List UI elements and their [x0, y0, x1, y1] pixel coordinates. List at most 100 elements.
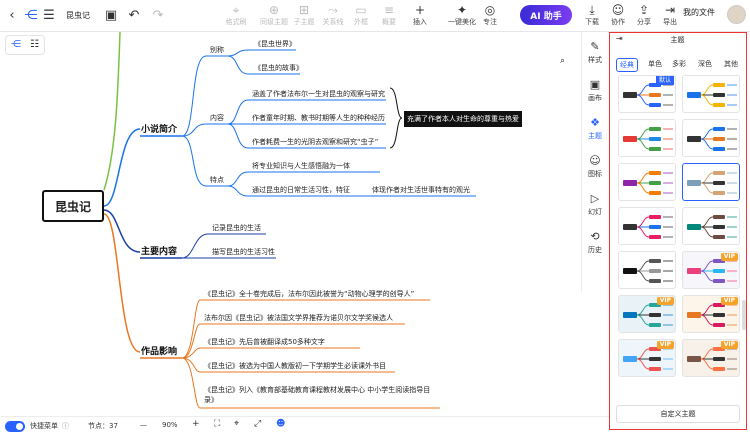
tab-colorful[interactable]: 多彩 — [672, 59, 686, 69]
theme-thumbnail[interactable] — [682, 119, 740, 157]
menu-icon[interactable]: ☰ — [39, 5, 59, 25]
tab-other[interactable]: 其他 — [724, 59, 738, 69]
back-icon[interactable]: ‹ — [2, 5, 22, 25]
topic-node[interactable]: 《昆虫记》列入《教育部基础教育课程教材发展中心 中小学生阅读指导目 — [204, 386, 430, 395]
theme-thumbnail[interactable]: VIP — [682, 339, 740, 377]
canvas-icon: ▣ — [589, 78, 601, 91]
rail-theme[interactable]: ❖ 主题 — [582, 112, 608, 150]
insert-button[interactable]: + 插入 — [405, 3, 435, 31]
theme-panel: ⇥ 主题 经典 单色 多彩 深色 其他 默认 VIP VIP VIP VIP VIP 自定… — [609, 32, 747, 430]
rail-slides[interactable]: ▷ 幻灯 — [582, 188, 608, 226]
avatar[interactable] — [727, 5, 746, 24]
topic-node[interactable]: 《昆虫记》全十卷完成后，法布尔因此被誉为“动物心理学的创导人” — [204, 290, 414, 299]
rail-icons[interactable]: ☺ 图标 — [582, 150, 608, 188]
rail-style[interactable]: ✎ 样式 — [582, 36, 608, 74]
branch-novel-intro[interactable]: 小说简介 — [141, 122, 177, 135]
side-rail: ✎ 样式 ▣ 画布 ❖ 主题 ☺ 图标 ▷ 幻灯 ⟲ 历史 — [581, 32, 607, 292]
my-files-link[interactable]: 我的文件 — [683, 7, 715, 18]
topic-node[interactable]: 作者耗费一生的光阴去观察和研究“虫子” — [252, 138, 378, 147]
quick-menu-toggle[interactable] — [5, 421, 25, 432]
theme-preview-image — [623, 215, 673, 239]
group-features[interactable]: 特点 — [210, 176, 224, 185]
theme-preview-image — [623, 127, 673, 151]
subtopic-button[interactable]: ⊞ 子主题 — [289, 3, 319, 31]
theme-preview-image — [687, 83, 737, 107]
topic-node[interactable]: 体现作者对生活世事特有的观光 — [372, 186, 470, 195]
vip-badge: VIP — [656, 341, 674, 349]
search-icon[interactable]: ⌕ — [555, 53, 570, 68]
custom-theme-button[interactable]: 自定义主题 — [616, 405, 740, 423]
theme-thumbnail[interactable]: 默认 — [618, 75, 676, 113]
group-alias[interactable]: 别称 — [210, 46, 224, 55]
topic-node[interactable]: 《昆虫记》先后曾被翻译成50多种文字 — [204, 338, 325, 347]
theme-thumbnail[interactable]: VIP — [682, 251, 740, 289]
topic-node[interactable]: 通过昆虫的日常生活习性，特征 — [252, 186, 350, 195]
topic-node[interactable]: 将专业知识与人生感悟融为一体 — [252, 162, 350, 171]
theme-thumbnail[interactable] — [682, 75, 740, 113]
theme-thumbnail[interactable]: VIP — [682, 295, 740, 333]
tab-mono[interactable]: 单色 — [648, 59, 662, 69]
status-bar: 快捷菜单 ⓘ 节点：37 — 90% + ⛶ ⌖ ⤢ ☻ — [0, 416, 609, 435]
theme-thumbnail[interactable] — [682, 163, 740, 201]
format-painter-button[interactable]: ⌖ 格式刷 — [221, 3, 251, 31]
default-badge: 默认 — [655, 76, 674, 85]
topic-node[interactable]: 法布尔因《昆虫记》被法国文学界推荐为诺贝尔文学奖候选人 — [204, 314, 393, 323]
theme-thumbnail[interactable]: VIP — [618, 295, 676, 333]
vip-badge: VIP — [720, 297, 738, 305]
theme-thumbnail[interactable] — [618, 119, 676, 157]
quick-menu-label: 快捷菜单 — [30, 422, 58, 430]
theme-thumbnail[interactable] — [618, 207, 676, 245]
rail-history[interactable]: ⟲ 历史 — [582, 226, 608, 264]
zoom-in-button[interactable]: + — [192, 419, 200, 429]
topic-node[interactable]: 涵盖了作者法布尔一生对昆虫的观察与研究 — [252, 90, 385, 99]
topic-node[interactable]: 记录昆虫的生活 — [212, 224, 261, 233]
node-count: 节点：37 — [88, 422, 118, 430]
topic-node-continued: 录》 — [204, 396, 218, 404]
branch-main-content[interactable]: 主要内容 — [141, 244, 177, 257]
theme-thumbnail[interactable] — [618, 163, 676, 201]
ai-assistant-button[interactable]: AI 助手 — [520, 5, 572, 25]
undo-icon[interactable]: ↶ — [124, 5, 144, 25]
root-topic[interactable]: 昆虫记 — [42, 190, 104, 222]
beautify-button[interactable]: ✦ 一键美化 — [447, 3, 477, 31]
topic-node[interactable]: 作者童年时期、教书时期等人生的种种经历 — [252, 114, 385, 123]
redo-icon[interactable]: ↷ — [148, 5, 168, 25]
panel-scrollbar[interactable] — [742, 300, 746, 330]
topic-node[interactable]: 《昆虫的故事》 — [254, 64, 303, 73]
summary-button[interactable]: ≡ 概要 — [374, 3, 404, 31]
theme-icon: ❖ — [590, 116, 600, 129]
focus-button[interactable]: ◎ 专注 — [475, 3, 505, 31]
topic-node[interactable]: 描写昆虫的生活习性 — [212, 248, 275, 257]
branch-influence[interactable]: 作品影响 — [141, 344, 177, 357]
group-content[interactable]: 内容 — [210, 114, 224, 123]
slides-icon: ▷ — [590, 192, 600, 205]
export-button[interactable]: ⇥ 导出 — [655, 3, 685, 31]
theme-thumbnail[interactable] — [618, 251, 676, 289]
emoji-icon: ☺ — [589, 154, 601, 167]
rail-canvas[interactable]: ▣ 画布 — [582, 74, 608, 112]
theme-preview-image — [623, 171, 673, 195]
panel-title: 主题 — [670, 36, 685, 44]
tab-dark[interactable]: 深色 — [698, 59, 712, 69]
theme-thumbnail[interactable]: VIP — [618, 339, 676, 377]
summary-callout[interactable]: 充满了作者本人对生命的尊重与热爱 — [404, 111, 522, 127]
zoom-level[interactable]: 90% — [162, 421, 178, 429]
locate-icon[interactable]: ⌖ — [234, 419, 239, 429]
theme-thumbnail[interactable] — [682, 207, 740, 245]
style-icon: ✎ — [590, 40, 600, 53]
sibling-topic-button[interactable]: ⊕ 同级主题 — [259, 3, 289, 31]
history-icon: ⟲ — [590, 230, 600, 243]
mindmap-logo-icon: ⋲ — [24, 7, 38, 23]
tab-classic[interactable]: 经典 — [616, 58, 638, 72]
help-icon[interactable]: ⓘ — [62, 421, 69, 431]
document-title[interactable]: 昆虫记 — [66, 10, 90, 21]
robot-assistant-icon[interactable]: ☻ — [276, 419, 285, 429]
topic-node[interactable]: 《昆虫记》被选为中国人教版初一下学期学生必读课外书目 — [204, 362, 386, 371]
topic-node[interactable]: 《昆虫世界》 — [254, 40, 296, 49]
fullscreen-icon[interactable]: ⤢ — [254, 419, 261, 429]
fit-screen-icon[interactable]: ⛶ — [214, 419, 220, 429]
relation-line-button[interactable]: ⤳ 关系线 — [318, 3, 348, 31]
save-icon[interactable]: ▣ — [101, 5, 121, 25]
zoom-out-button[interactable]: — — [140, 421, 147, 429]
boundary-button[interactable]: ▭ 外框 — [346, 3, 376, 31]
